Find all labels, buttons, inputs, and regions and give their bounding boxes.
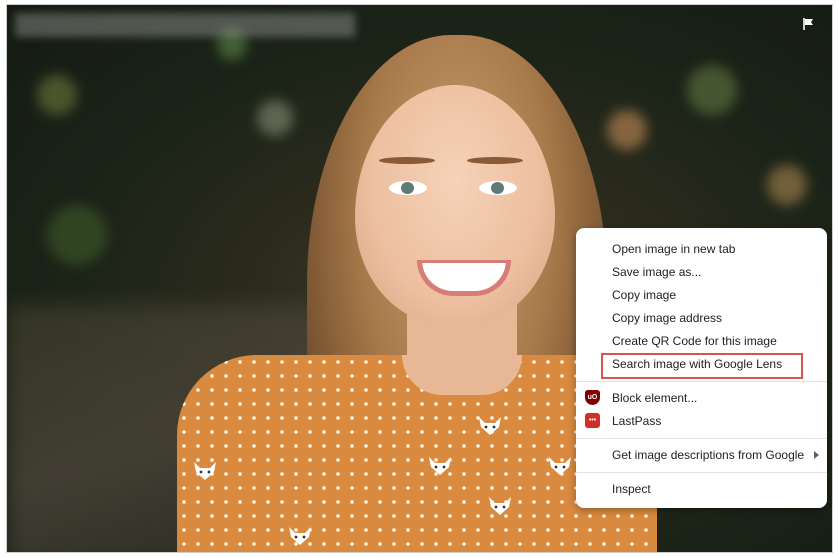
menu-item-get-image-descriptions[interactable]: Get image descriptions from Google xyxy=(576,444,827,466)
menu-item-label: LastPass xyxy=(612,414,662,428)
menu-item-copy-image-address[interactable]: Copy image address xyxy=(576,307,827,329)
bokeh-light xyxy=(47,205,107,265)
menu-item-label: Open image in new tab xyxy=(612,242,736,256)
ublock-origin-icon: uO xyxy=(585,390,600,405)
menu-item-label: Copy image address xyxy=(612,311,723,325)
eyebrow-left xyxy=(379,157,435,164)
eye-right xyxy=(479,181,517,195)
menu-separator xyxy=(576,438,827,439)
fox-print-icon xyxy=(194,462,216,480)
menu-item-label: Block element... xyxy=(612,391,698,405)
menu-item-label: Save image as... xyxy=(612,265,702,279)
menu-item-label: Get image descriptions from Google xyxy=(612,448,805,462)
fox-print-icon xyxy=(479,417,501,435)
lastpass-icon: ••• xyxy=(585,413,600,428)
bokeh-light xyxy=(37,75,77,115)
menu-item-search-google-lens[interactable]: Search image with Google Lens xyxy=(576,353,827,375)
fox-print-icon xyxy=(549,457,571,475)
bokeh-light xyxy=(607,110,647,150)
menu-item-label: Copy image xyxy=(612,288,677,302)
context-menu: Open image in new tab Save image as... C… xyxy=(576,228,827,508)
menu-item-label: Search image with Google Lens xyxy=(612,357,783,371)
fox-print-icon xyxy=(289,527,311,545)
eyebrow-right xyxy=(467,157,523,164)
menu-item-label: Inspect xyxy=(612,482,651,496)
menu-item-copy-image[interactable]: Copy image xyxy=(576,284,827,306)
menu-item-open-image-new-tab[interactable]: Open image in new tab xyxy=(576,238,827,260)
bokeh-light xyxy=(257,100,293,136)
bokeh-light xyxy=(687,65,737,115)
menu-item-label: Create QR Code for this image xyxy=(612,334,777,348)
menu-item-block-element[interactable]: uO Block element... xyxy=(576,387,827,409)
fox-print-icon xyxy=(489,497,511,515)
menu-item-create-qr-code[interactable]: Create QR Code for this image xyxy=(576,330,827,352)
bokeh-light xyxy=(767,165,807,205)
menu-item-lastpass[interactable]: ••• LastPass xyxy=(576,410,827,432)
menu-item-inspect[interactable]: Inspect xyxy=(576,478,827,500)
menu-separator xyxy=(576,381,827,382)
eye-left xyxy=(389,181,427,195)
menu-item-save-image-as[interactable]: Save image as... xyxy=(576,261,827,283)
menu-separator xyxy=(576,472,827,473)
flag-icon[interactable] xyxy=(802,17,816,31)
fox-print-icon xyxy=(429,457,451,475)
blurred-title xyxy=(15,13,355,37)
chevron-right-icon xyxy=(814,451,819,459)
